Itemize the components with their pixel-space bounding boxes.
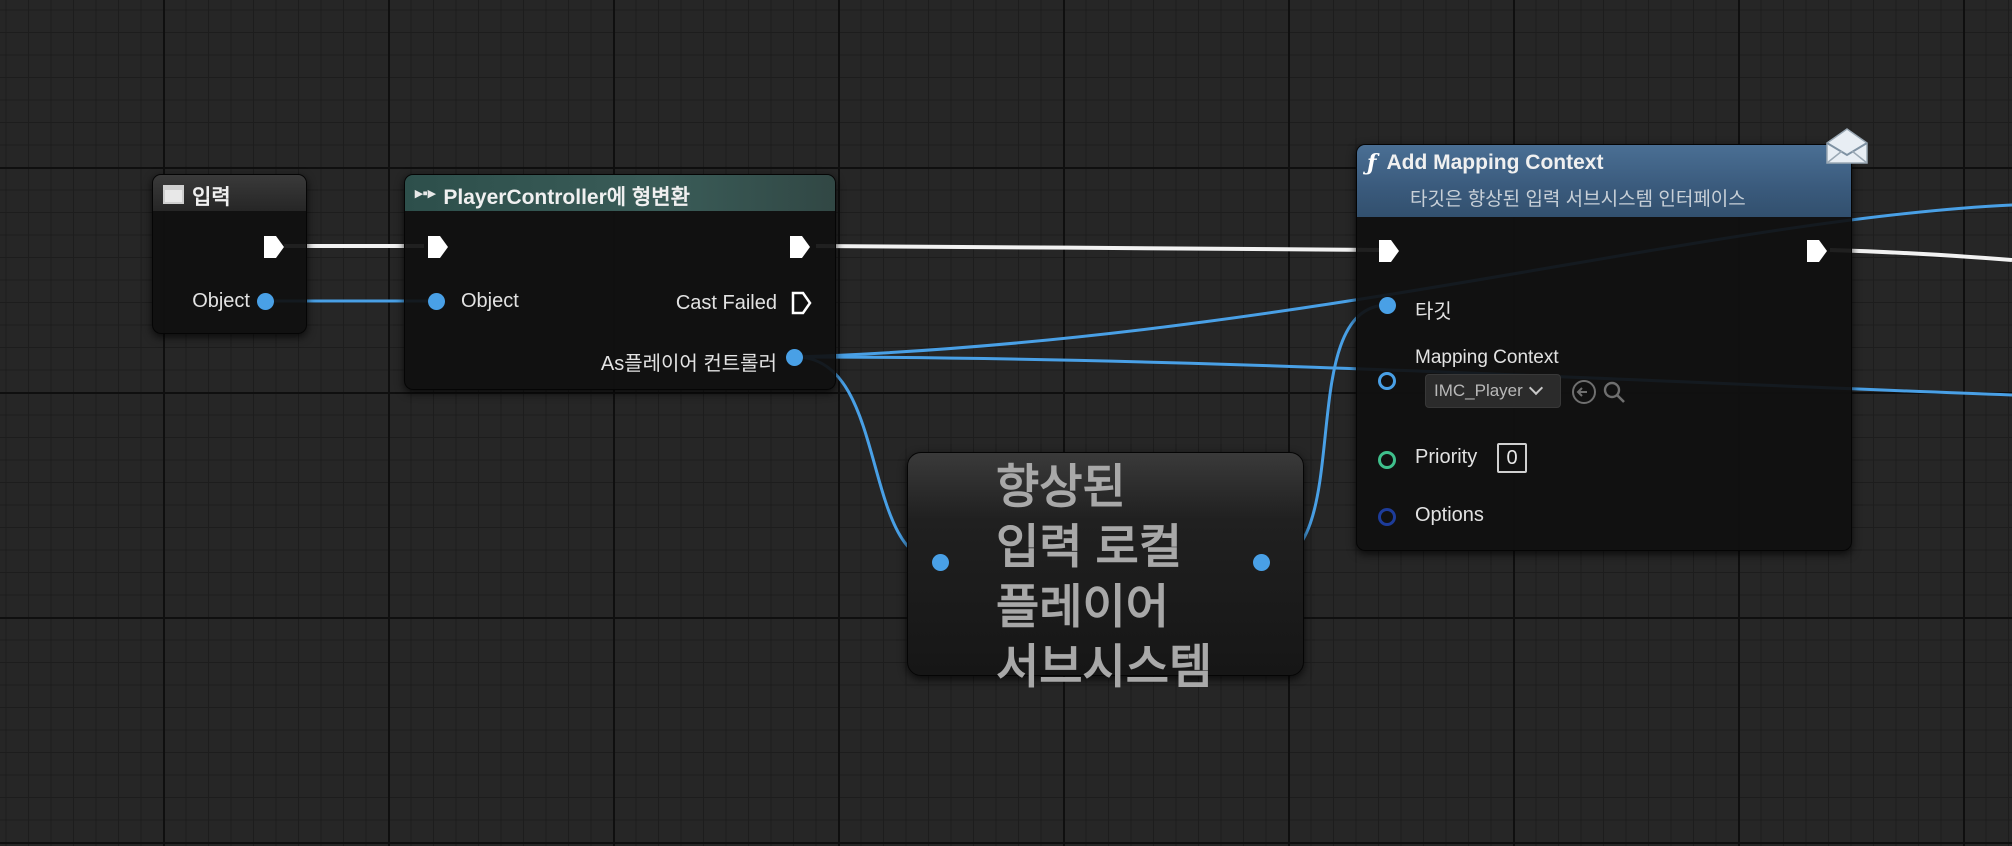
exec-wire-cast-to-add-mapping bbox=[815, 244, 1381, 252]
options-pin[interactable] bbox=[1378, 508, 1396, 526]
cast-node[interactable]: ▸▪▸ PlayerController에 형변환 Object Cast Fa… bbox=[404, 174, 836, 390]
add-mapping-context-subtitle: 타깃은 향상된 입력 서브시스템 인터페이스 bbox=[1410, 189, 1746, 210]
target-pin[interactable] bbox=[1379, 297, 1396, 314]
cast-as-output-pin[interactable] bbox=[786, 349, 803, 366]
add-mapping-exec-in-pin[interactable] bbox=[1378, 239, 1400, 263]
mapping-context-label: Mapping Context bbox=[1415, 347, 1559, 368]
input-node[interactable]: 입력 Object bbox=[152, 174, 307, 334]
input-node-header[interactable]: 입력 bbox=[153, 175, 306, 211]
input-object-out-pin[interactable] bbox=[257, 293, 274, 310]
add-mapping-context-title: Add Mapping Context bbox=[1386, 151, 1604, 174]
chevron-down-icon bbox=[1528, 380, 1543, 396]
options-label: Options bbox=[1415, 504, 1484, 526]
priority-pin[interactable] bbox=[1378, 451, 1396, 469]
input-exec-out-pin[interactable] bbox=[263, 235, 285, 259]
target-label: 타깃 bbox=[1415, 301, 1452, 323]
browse-icon[interactable] bbox=[1571, 379, 1597, 405]
envelope-icon bbox=[1826, 128, 1868, 164]
event-graph-icon bbox=[163, 185, 184, 204]
mapping-context-pin[interactable] bbox=[1378, 372, 1396, 390]
input-object-label: Object bbox=[192, 290, 250, 312]
cast-as-output-label: As플레이어 컨트롤러 bbox=[600, 353, 777, 375]
mapping-context-value: IMC_Player bbox=[1434, 381, 1523, 400]
subsystem-in-pin[interactable] bbox=[932, 554, 949, 571]
exec-wire-add-mapping-out bbox=[1829, 248, 2012, 262]
cast-failed-label: Cast Failed bbox=[675, 292, 777, 314]
input-node-title: 입력 bbox=[192, 186, 231, 209]
cast-object-label: Object bbox=[461, 290, 519, 312]
subsystem-title: 향상된 입력 로컬 플레이어 서브시스템 bbox=[996, 457, 1212, 697]
search-icon[interactable] bbox=[1601, 379, 1627, 405]
add-mapping-context-node[interactable]: ƒ Add Mapping Context 타깃은 향상된 입력 서브시스템 인… bbox=[1356, 128, 1868, 551]
subsystem-title-line-2: 입력 로컬 bbox=[996, 520, 1183, 573]
cast-exec-in-pin[interactable] bbox=[427, 235, 449, 259]
subsystem-title-line-4: 서브시스템 bbox=[996, 640, 1213, 693]
add-mapping-context-header[interactable]: ƒ Add Mapping Context 타깃은 향상된 입력 서브시스템 인… bbox=[1357, 145, 1851, 217]
cast-node-header[interactable]: ▸▪▸ PlayerController에 형변환 bbox=[405, 175, 835, 211]
mapping-context-dropdown[interactable]: IMC_Player bbox=[1425, 374, 1561, 408]
subsystem-title-line-3: 플레이어 bbox=[996, 580, 1169, 633]
cast-object-in-pin[interactable] bbox=[428, 293, 445, 310]
subsystem-title-line-1: 향상된 bbox=[996, 460, 1126, 513]
function-icon: ƒ bbox=[1367, 150, 1377, 176]
cast-exec-out-pin[interactable] bbox=[789, 235, 811, 259]
priority-label: Priority bbox=[1415, 446, 1478, 468]
subsystem-node[interactable]: 향상된 입력 로컬 플레이어 서브시스템 bbox=[907, 452, 1304, 693]
cast-icon: ▸▪▸ bbox=[415, 185, 436, 202]
add-mapping-exec-out-pin[interactable] bbox=[1806, 239, 1828, 263]
cast-node-title: PlayerController에 형변환 bbox=[443, 186, 690, 209]
cast-failed-exec-pin[interactable] bbox=[791, 291, 813, 315]
priority-input[interactable]: 0 bbox=[1497, 443, 1527, 473]
subsystem-out-pin[interactable] bbox=[1253, 554, 1270, 571]
